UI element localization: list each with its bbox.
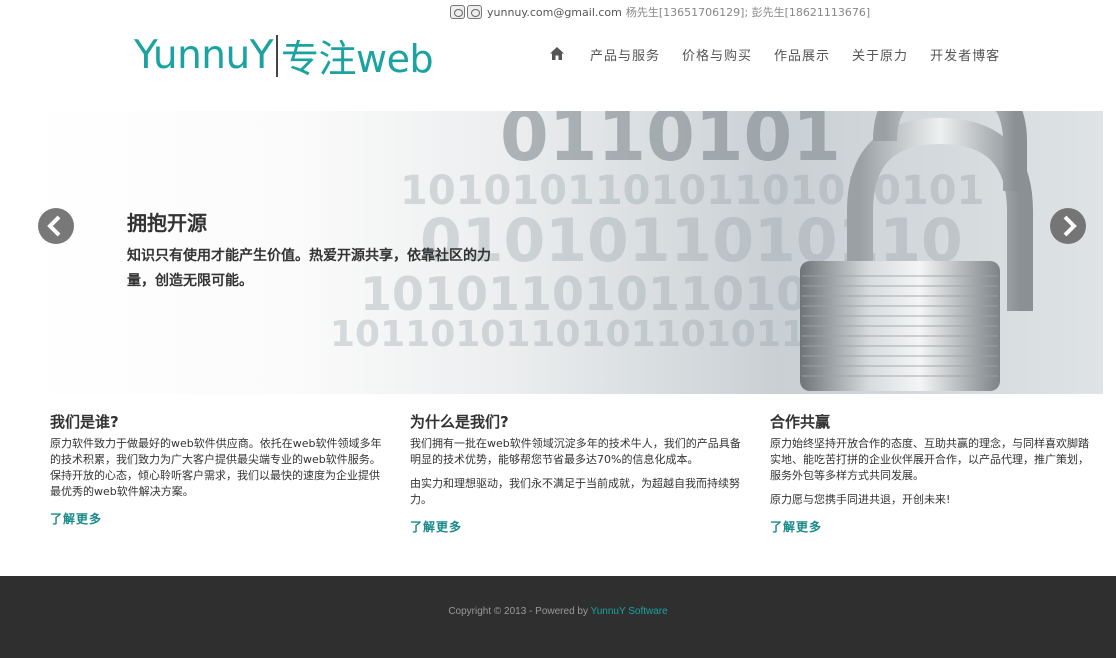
contact-info: yunnuy.com@gmail.com 杨先生[13651706129]; 彭…: [450, 4, 870, 20]
logo-brand: YunnuY: [134, 33, 274, 78]
column-paragraph: 原力愿与您携手同进共退，开创未来!: [770, 493, 951, 506]
learn-more-link[interactable]: 了解更多: [410, 518, 462, 535]
column-title: 为什么是我们?: [410, 413, 509, 431]
learn-more-link[interactable]: 了解更多: [770, 518, 822, 535]
carousel-prev-button[interactable]: [38, 208, 74, 244]
footer-brand-link[interactable]: YunnuY Software: [591, 606, 668, 617]
nav-pricing[interactable]: 价格与购买: [682, 45, 752, 64]
nav-products[interactable]: 产品与服务: [590, 45, 660, 64]
contact-phones: 杨先生[13651706129]; 彭先生[18621113676]: [625, 6, 871, 19]
contact-email: yunnuy.com@gmail.com: [487, 5, 622, 19]
site-footer: Copyright © 2013 - Powered by YunnuY Sof…: [0, 576, 1116, 658]
nav-about[interactable]: 关于原力: [852, 45, 908, 64]
weibo-icon[interactable]: [450, 5, 465, 19]
home-icon[interactable]: [544, 44, 572, 64]
qq-icon[interactable]: [467, 5, 482, 19]
column-title: 我们是谁?: [50, 413, 119, 431]
logo-tagline: 专注web: [281, 37, 434, 81]
carousel-next-button[interactable]: [1050, 208, 1086, 244]
site-logo[interactable]: YunnuY 专注web: [134, 28, 434, 83]
column-paragraph: 原力软件致力于做最好的web软件供应商。依托在web软件领域多年的技术积累，我们…: [50, 437, 382, 498]
hero-title: 拥抱开源: [127, 211, 207, 235]
hero-carousel: 0110101 101010110101101010101 0101011010…: [20, 111, 1103, 394]
column-paragraph: 由实力和理想驱动，我们永不满足于当前成就，为超越自我而持续努力。: [410, 477, 740, 506]
column-who-we-are: 我们是谁? 原力软件致力于做最好的web软件供应商。依托在web软件领域多年的技…: [50, 411, 385, 527]
padlock-image: [800, 111, 1033, 391]
chevron-right-icon: [1063, 215, 1077, 237]
copyright: Copyright © 2013 - Powered by YunnuY Sof…: [0, 606, 1116, 617]
column-paragraph: 原力始终坚持开放合作的态度、互助共赢的理念，与同样喜欢脚踏实地、能吃苦打拼的企业…: [770, 437, 1089, 482]
hero-text: 知识只有使用才能产生价值。热爱开源共享，依靠社区的力量，创造无限可能。: [127, 248, 491, 289]
top-contact-bar: yunnuy.com@gmail.com 杨先生[13651706129]; 彭…: [0, 0, 1116, 22]
column-title: 合作共赢: [770, 413, 831, 431]
column-why-us: 为什么是我们? 我们拥有一批在web软件领域沉淀多年的技术牛人，我们的产品具备明…: [410, 411, 745, 535]
nav-showcase[interactable]: 作品展示: [774, 45, 830, 64]
learn-more-link[interactable]: 了解更多: [50, 510, 102, 527]
copyright-text: Copyright © 2013 - Powered by: [448, 606, 591, 617]
hero-caption: 拥抱开源 知识只有使用才能产生价值。热爱开源共享，依靠社区的力量，创造无限可能。: [127, 207, 497, 294]
main-nav: 产品与服务 价格与购买 作品展示 关于原力 开发者博客: [540, 44, 1022, 64]
nav-blog[interactable]: 开发者博客: [930, 45, 1000, 64]
chevron-left-icon: [47, 215, 61, 237]
column-paragraph: 我们拥有一批在web软件领域沉淀多年的技术牛人，我们的产品具备明显的技术优势，能…: [410, 437, 741, 466]
column-cooperation: 合作共赢 原力始终坚持开放合作的态度、互助共赢的理念，与同样喜欢脚踏实地、能吃苦…: [770, 411, 1096, 535]
logo-divider: [276, 34, 279, 77]
